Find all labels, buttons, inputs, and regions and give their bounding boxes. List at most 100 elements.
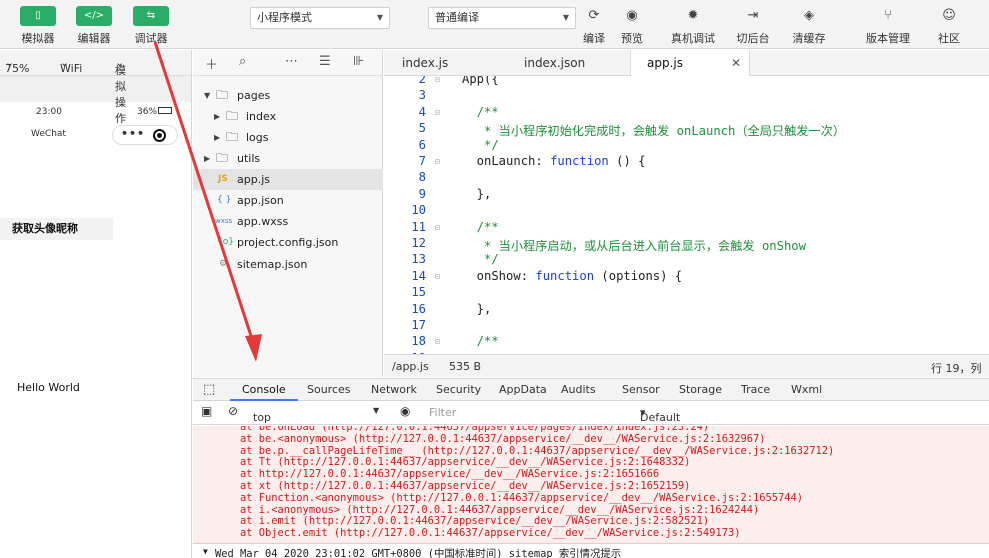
stack-trace-line: at Function.<anonymous> (http://127.0.0.… (240, 491, 804, 504)
inspect-icon[interactable]: ⬚ (203, 382, 215, 397)
fold-icon[interactable]: ⊟ (435, 223, 440, 232)
debugger-tab-appdata[interactable]: AppData (499, 383, 547, 396)
code-line: }, (462, 186, 492, 201)
fold-icon[interactable]: ⊟ (435, 337, 440, 346)
line-number: 15 (411, 285, 426, 300)
line-number: 6 (418, 137, 426, 152)
clear-cache-button[interactable]: ◈ 清缓存 (781, 8, 837, 46)
real-debug-label: 真机调试 (671, 32, 715, 45)
tree-item-pages[interactable]: ▼ 🗀 pages (193, 85, 383, 106)
chevron-down-icon[interactable]: ▼ (203, 547, 208, 556)
chevron-right-icon: ▶ (214, 112, 221, 121)
more-icon[interactable]: ⋯ (285, 54, 298, 69)
tree-item-app-json[interactable]: { } app.json (193, 190, 383, 211)
debugger-tab-network[interactable]: Network (371, 383, 417, 396)
layers-icon: ◈ (804, 8, 814, 23)
stack-trace-line: at Tt (http://127.0.0.1:44637/appservice… (240, 456, 691, 469)
code-line: /** (462, 219, 499, 234)
tree-item-label: pages (237, 89, 271, 102)
preview-button[interactable]: ◉ 预览 (604, 8, 660, 46)
explorer-toolbar: ＋ ⌕ ⋯ ☰ ⊪ (193, 50, 382, 76)
debugger-toggle-button[interactable]: ⇆ 调试器 (121, 6, 181, 46)
debugger-tab-sensor[interactable]: Sensor (622, 383, 660, 396)
tree-item-app-js[interactable]: JS app.js (193, 169, 383, 190)
fold-icon[interactable]: ⊟ (435, 76, 440, 84)
code-line: /** (462, 104, 499, 119)
background-button[interactable]: ⇥ 切后台 (725, 8, 781, 46)
tree-item-label: index (246, 110, 277, 123)
community-button[interactable]: ☺ 社区 (921, 8, 977, 46)
fold-icon[interactable]: ⊟ (435, 108, 440, 117)
status-battery: 36% (137, 107, 158, 117)
folder-icon: 🗀 (226, 130, 239, 144)
console-toolbar: ▣ ⊘ top ▼ ◉ Filter Default levels ▾ (193, 401, 989, 437)
debugger-tab-storage[interactable]: Storage (679, 383, 722, 396)
stack-trace-line: at be.p.__callPageLifeTime__ (http://127… (240, 444, 835, 457)
editor-toggle-button[interactable]: </> 编辑器 (64, 6, 124, 46)
chevron-down-icon: ▼ (204, 91, 211, 100)
tree-item-index[interactable]: ▶ 🗀 index (193, 106, 383, 127)
debugger-tab-console[interactable]: Console (230, 383, 298, 401)
tab-label: app.js (647, 56, 683, 70)
collapse-icon[interactable]: ☰ (319, 54, 331, 69)
code-area[interactable]: 2 App({⊟ 3 4 /** ⊟ 5 * 当小程序初始化完成时，会触发 onLaunc… (384, 76, 989, 354)
zoom-select[interactable]: 75% ⌄ (5, 56, 29, 75)
console-error-block: at be.onLoad (http://127.0.0.1:44637/app… (193, 426, 989, 544)
close-icon[interactable]: ✕ (731, 50, 741, 76)
file-path: /app.js (392, 360, 429, 373)
sidebar-toggle-icon[interactable]: ▣ (201, 404, 212, 418)
simulate-operation-select[interactable]: 模拟操作 ⌄ (115, 56, 126, 125)
mode-select[interactable]: 小程序模式 ▼ (250, 7, 390, 29)
tree-item-label: utils (237, 152, 261, 165)
levels-select[interactable]: Default levels ▾ (640, 406, 680, 437)
background-label: 切后台 (736, 32, 770, 45)
tree-item-sitemap[interactable]: ⚙ sitemap.json (193, 254, 383, 275)
code-line: }, (462, 301, 492, 316)
line-number: 5 (418, 121, 426, 136)
version-manage-button[interactable]: ⑂ 版本管理 (860, 8, 916, 46)
clear-console-icon[interactable]: ⊘ (228, 404, 238, 418)
real-device-debug-button[interactable]: ✹ 真机调试 (665, 8, 721, 46)
fold-icon[interactable]: ⊟ (435, 272, 440, 281)
search-icon[interactable]: ⌕ (239, 54, 246, 69)
get-avatar-button[interactable]: 获取头像昵称 (0, 218, 113, 240)
split-icon[interactable]: ⊪ (353, 54, 364, 69)
folder-icon: 🗀 (216, 88, 229, 102)
main-toolbar: ▯ 模拟器 </> 编辑器 ⇆ 调试器 小程序模式 ▼ 普通编译 ▼ ⟳ 编译 … (0, 0, 989, 49)
line-number: 10 (411, 203, 426, 218)
stack-trace-line: at i.emit (http://127.0.0.1:44637/appser… (240, 515, 710, 528)
tree-item-project-config[interactable]: {o} project.config.json (193, 232, 383, 253)
fold-icon[interactable]: ⊟ (435, 157, 440, 166)
line-number: 12 (411, 236, 426, 250)
simulator-spacer (0, 76, 191, 102)
hello-text: Hello World (17, 381, 80, 394)
code-line: * 当小程序启动，或从后台进入前台显示，会触发 onShow (462, 239, 806, 253)
debugger-tab-sources[interactable]: Sources (307, 383, 351, 396)
tab-app-js[interactable]: app.js ✕ (630, 50, 750, 76)
folder-icon: 🗀 (226, 109, 239, 123)
eye-icon[interactable]: ◉ (400, 404, 410, 418)
debugger-tab-security[interactable]: Security (436, 383, 481, 396)
debugger-tab-audits[interactable]: Audits (561, 383, 596, 396)
stack-trace-line: at i.<anonymous> (http://127.0.0.1:44637… (240, 503, 760, 516)
line-number: 7 (418, 154, 426, 168)
add-icon[interactable]: ＋ (205, 54, 218, 73)
simulator-toggle-button[interactable]: ▯ 模拟器 (8, 6, 68, 46)
tree-item-utils[interactable]: ▶ 🗀 utils (193, 148, 383, 169)
clear-cache-label: 清缓存 (792, 32, 826, 45)
js-file-icon: JS (218, 174, 228, 184)
network-select[interactable]: WiFi ⌄ (60, 56, 82, 75)
tree-item-app-wxss[interactable]: wxss app.wxss (193, 211, 383, 232)
filter-input[interactable]: Filter (429, 406, 629, 419)
phone-nav-bar: WeChat ••• (0, 120, 191, 148)
debugger-tab-trace[interactable]: Trace (741, 383, 770, 396)
tab-index-js[interactable]: index.js (402, 50, 482, 76)
capsule-button[interactable]: ••• (112, 125, 178, 145)
debug-icon: ⇆ (133, 6, 169, 26)
community-label: 社区 (938, 32, 960, 45)
debugger-tab-wxml[interactable]: Wxml (791, 383, 822, 396)
compile-mode-select[interactable]: 普通编译 ▼ (428, 7, 576, 29)
tree-item-logs[interactable]: ▶ 🗀 logs (193, 127, 383, 148)
tab-label: index.json (524, 56, 586, 70)
tab-index-json[interactable]: index.json (524, 50, 614, 76)
